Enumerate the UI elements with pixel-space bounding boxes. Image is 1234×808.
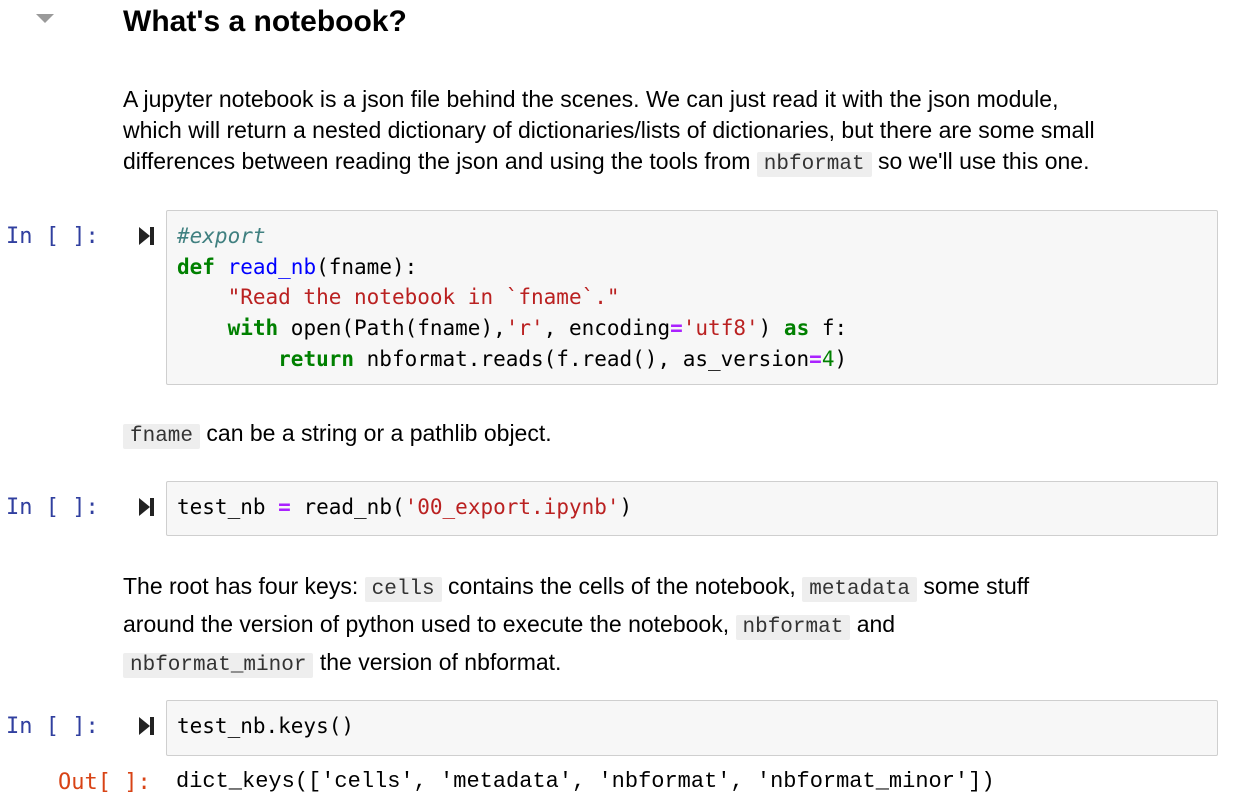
cell-3-prompt: In [ ]: — [6, 714, 116, 739]
inline-code-nbformat-minor: nbformat_minor — [123, 653, 313, 678]
section-heading: What's a notebook? — [123, 2, 407, 42]
inline-code-nbformat: nbformat — [757, 152, 872, 177]
run-icon — [137, 715, 157, 737]
fname-paragraph: fname can be a string or a pathlib objec… — [123, 418, 1213, 452]
inline-code-nbformat-2: nbformat — [736, 615, 851, 640]
inline-code-fname: fname — [123, 424, 200, 449]
collapse-heading-icon[interactable] — [36, 14, 54, 23]
run-cell-2-button[interactable] — [137, 496, 157, 518]
run-cell-3-button[interactable] — [137, 715, 157, 737]
run-icon — [137, 496, 157, 518]
inline-code-metadata: metadata — [802, 577, 917, 602]
intro-paragraph: A jupyter notebook is a json file behind… — [123, 84, 1213, 180]
cell-1-code-editor[interactable]: #export def read_nb(fname): "Read the no… — [166, 210, 1218, 385]
cell-3-output: dict_keys(['cells', 'metadata', 'nbforma… — [176, 769, 995, 794]
cell-3-code: test_nb.keys() — [177, 711, 1207, 742]
run-cell-1-button[interactable] — [137, 225, 157, 247]
cell-3-code-editor[interactable]: test_nb.keys() — [166, 700, 1218, 756]
run-icon — [137, 225, 157, 247]
intro-line-1: A jupyter notebook is a json file behind… — [123, 84, 1213, 115]
intro-line-2: which will return a nested dictionary of… — [123, 115, 1213, 146]
cell-2-prompt: In [ ]: — [6, 495, 116, 520]
intro-line-3: differences between reading the json and… — [123, 146, 1213, 180]
cell-2-code: test_nb = read_nb('00_export.ipynb') — [177, 492, 1207, 523]
inline-code-cells: cells — [365, 577, 442, 602]
cell-1-prompt: In [ ]: — [6, 224, 116, 249]
keys-paragraph: The root has four keys: cells contains t… — [123, 569, 1213, 683]
cell-3-output-prompt: Out[ ]: — [58, 770, 151, 795]
cell-1-code: #export def read_nb(fname): "Read the no… — [177, 221, 1207, 375]
cell-2-code-editor[interactable]: test_nb = read_nb('00_export.ipynb') — [166, 481, 1218, 536]
